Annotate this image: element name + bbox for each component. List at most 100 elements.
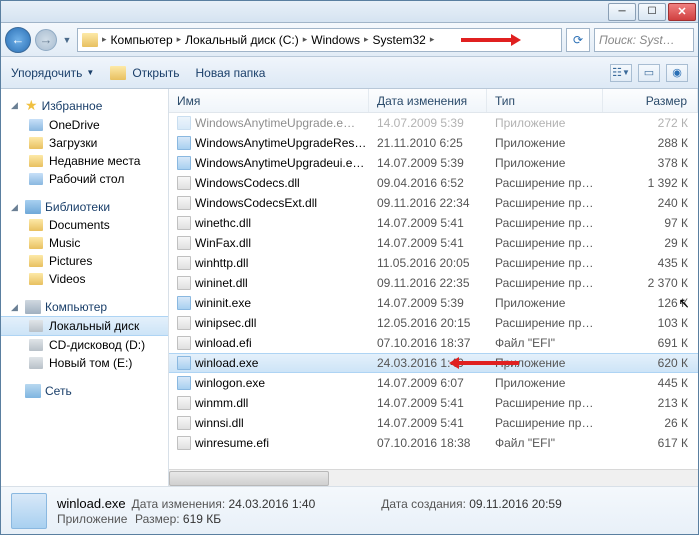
file-date: 14.07.2009 5:41 — [369, 396, 487, 410]
file-type: Расширение при… — [487, 396, 603, 410]
sidebar-item-downloads[interactable]: Загрузки — [1, 134, 168, 152]
column-headers[interactable]: Имя Дата изменения Тип Размер — [169, 89, 698, 113]
file-row[interactable]: winipsec.dll12.05.2016 20:15Расширение п… — [169, 313, 698, 333]
file-row[interactable]: winethc.dll14.07.2009 5:41Расширение при… — [169, 213, 698, 233]
scroll-thumb[interactable] — [169, 471, 329, 486]
details-filename: winload.exe — [57, 496, 126, 511]
column-type[interactable]: Тип — [487, 89, 603, 112]
sidebar-item-desktop[interactable]: Рабочий стол — [1, 170, 168, 188]
file-row[interactable]: winresume.efi07.10.2016 18:38Файл "EFI"6… — [169, 433, 698, 453]
file-name: WindowsAnytimeUpgrade.e… — [195, 116, 355, 130]
file-type: Приложение — [487, 296, 603, 310]
file-row[interactable]: WindowsCodecs.dll09.04.2016 6:52Расширен… — [169, 173, 698, 193]
new-folder-button[interactable]: Новая папка — [195, 66, 265, 80]
view-options-button[interactable]: ☷ ▼ — [610, 64, 632, 82]
file-row[interactable]: WinFax.dll14.07.2009 5:41Расширение при…… — [169, 233, 698, 253]
file-name: winmm.dll — [195, 396, 248, 410]
file-row[interactable]: wininet.dll09.11.2016 22:35Расширение пр… — [169, 273, 698, 293]
file-size: 126 К — [603, 296, 698, 310]
file-list-pane: Имя Дата изменения Тип Размер WindowsAny… — [169, 89, 698, 486]
close-button[interactable]: ✕ — [668, 3, 696, 21]
file-icon — [177, 396, 191, 410]
navigation-tree[interactable]: ◢ ★ Избранное OneDrive Загрузки Недавние… — [1, 89, 169, 486]
file-date: 12.05.2016 20:15 — [369, 316, 487, 330]
file-name: winhttp.dll — [195, 256, 248, 270]
sidebar-item-local-disk[interactable]: Локальный диск — [1, 316, 168, 336]
file-row[interactable]: WindowsAnytimeUpgradeui.e…14.07.2009 5:3… — [169, 153, 698, 173]
back-button[interactable]: ← — [5, 27, 31, 53]
file-row[interactable]: WindowsCodecsExt.dll09.11.2016 22:34Расш… — [169, 193, 698, 213]
file-name: WinFax.dll — [195, 236, 251, 250]
file-row[interactable]: winlogon.exe14.07.2009 6:07Приложение445… — [169, 373, 698, 393]
preview-pane-button[interactable]: ▭ — [638, 64, 660, 82]
file-icon — [177, 336, 191, 350]
file-icon — [177, 236, 191, 250]
sidebar-item-videos[interactable]: Videos — [1, 270, 168, 288]
network-group[interactable]: ◢ Сеть — [1, 382, 168, 400]
column-size[interactable]: Размер — [603, 89, 698, 112]
breadcrumb-item[interactable]: System32 — [370, 33, 427, 47]
address-bar[interactable]: ▸ Компьютер ▸ Локальный диск (C:) ▸ Wind… — [77, 28, 562, 52]
file-size: 272 К — [603, 116, 698, 130]
file-row[interactable]: WindowsAnytimeUpgrade.e…14.07.2009 5:39П… — [169, 113, 698, 133]
details-pane: winload.exe Дата изменения: 24.03.2016 1… — [1, 486, 698, 534]
file-icon — [177, 436, 191, 450]
file-row[interactable]: winhttp.dll11.05.2016 20:05Расширение пр… — [169, 253, 698, 273]
sidebar-item-pictures[interactable]: Pictures — [1, 252, 168, 270]
file-size: 97 К — [603, 216, 698, 230]
open-icon — [110, 66, 126, 80]
column-name[interactable]: Имя — [169, 89, 369, 112]
sidebar-item-documents[interactable]: Documents — [1, 216, 168, 234]
file-size: 2 370 К — [603, 276, 698, 290]
file-row[interactable]: winmm.dll14.07.2009 5:41Расширение при…2… — [169, 393, 698, 413]
file-date: 14.07.2009 5:41 — [369, 416, 487, 430]
file-row[interactable]: WindowsAnytimeUpgradeRes…21.11.2010 6:25… — [169, 133, 698, 153]
file-row[interactable]: wininit.exe14.07.2009 5:39Приложение126 … — [169, 293, 698, 313]
file-row[interactable]: winnsi.dll14.07.2009 5:41Расширение при…… — [169, 413, 698, 433]
horizontal-scrollbar[interactable] — [169, 469, 698, 486]
sidebar-item-recent[interactable]: Недавние места — [1, 152, 168, 170]
folder-icon — [82, 33, 98, 47]
file-size: 378 К — [603, 156, 698, 170]
file-name: wininet.dll — [195, 276, 248, 290]
breadcrumb-item[interactable]: Локальный диск (C:) — [183, 33, 301, 47]
minimize-button[interactable]: ─ — [608, 3, 636, 21]
maximize-button[interactable]: ☐ — [638, 3, 666, 21]
favorites-group[interactable]: ◢ ★ Избранное — [1, 95, 168, 116]
sidebar-item-cd-drive[interactable]: CD-дисковод (D:) — [1, 336, 168, 354]
file-date: 09.11.2016 22:35 — [369, 276, 487, 290]
file-name: winlogon.exe — [195, 376, 265, 390]
file-rows[interactable]: WindowsAnytimeUpgrade.e…14.07.2009 5:39П… — [169, 113, 698, 469]
file-icon — [177, 136, 191, 150]
search-input[interactable]: Поиск: Syst… — [594, 28, 694, 52]
libraries-group[interactable]: ◢ Библиотеки — [1, 198, 168, 216]
sidebar-item-onedrive[interactable]: OneDrive — [1, 116, 168, 134]
file-type: Приложение — [487, 136, 603, 150]
disk-icon — [29, 320, 43, 332]
refresh-button[interactable]: ⟳ — [566, 28, 590, 52]
file-size: 29 К — [603, 236, 698, 250]
file-type: Расширение при… — [487, 316, 603, 330]
file-row[interactable]: winload.efi07.10.2016 18:37Файл "EFI"691… — [169, 333, 698, 353]
videos-icon — [29, 273, 43, 285]
breadcrumb-separator: ▸ — [100, 34, 109, 45]
breadcrumb-item[interactable]: Windows — [309, 33, 362, 47]
desktop-icon — [29, 173, 43, 185]
computer-group[interactable]: ◢ Компьютер — [1, 298, 168, 316]
help-button[interactable]: ◉ — [666, 64, 688, 82]
file-row[interactable]: winload.exe24.03.2016 1:40Приложение620 … — [169, 353, 698, 373]
file-date: 14.07.2009 5:39 — [369, 116, 487, 130]
music-icon — [29, 237, 43, 249]
file-date: 14.07.2009 6:07 — [369, 376, 487, 390]
column-date[interactable]: Дата изменения — [369, 89, 487, 112]
sidebar-item-volume-e[interactable]: Новый том (E:) — [1, 354, 168, 372]
file-name: WindowsCodecsExt.dll — [195, 196, 317, 210]
command-toolbar: Упорядочить ▼ Открыть Новая папка ☷ ▼ ▭ … — [1, 57, 698, 89]
open-button[interactable]: Открыть — [110, 66, 179, 80]
history-dropdown[interactable]: ▼ — [61, 29, 73, 51]
star-icon: ★ — [25, 97, 38, 114]
forward-button[interactable]: → — [35, 29, 57, 51]
organize-button[interactable]: Упорядочить ▼ — [11, 66, 94, 80]
breadcrumb-item[interactable]: Компьютер — [109, 33, 175, 47]
sidebar-item-music[interactable]: Music — [1, 234, 168, 252]
